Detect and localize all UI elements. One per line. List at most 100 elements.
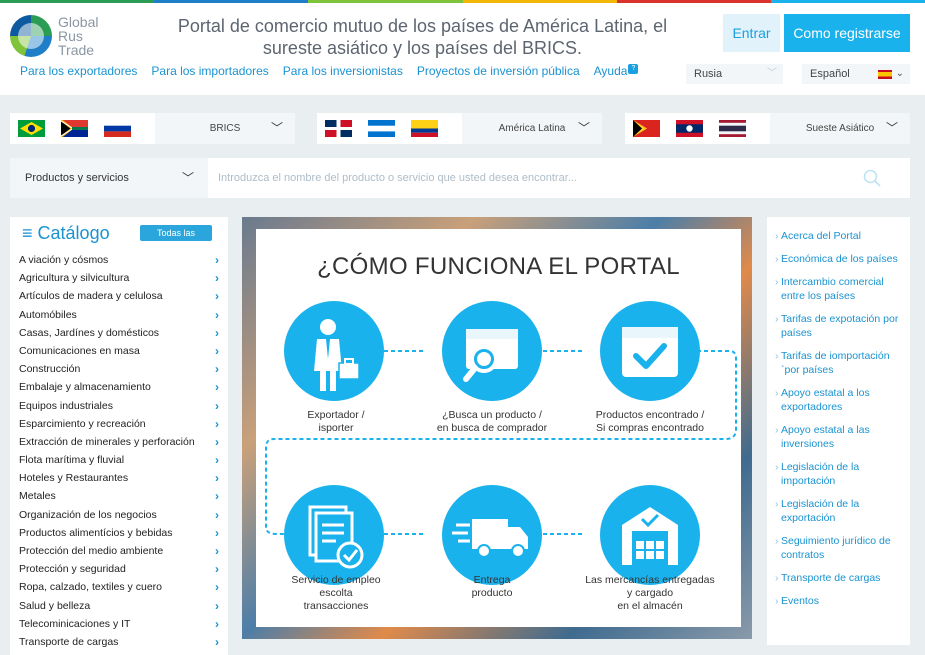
info-link[interactable]: Legislación de la exportación (775, 497, 905, 525)
info-link[interactable]: Tarifas de iomportación `por países (775, 349, 905, 377)
catalog-item[interactable]: Artículos de madera y celulosa › (19, 287, 219, 305)
how-it-works-banner[interactable]: ¿CÓMO FUNCIONA EL PORTAL Exportador / is… (242, 217, 752, 639)
site-header: Global Rus Trade Portal de comercio mutu… (0, 3, 925, 95)
info-link[interactable]: Legislación de la importación (775, 460, 905, 488)
step-label-found: Productos encontrado / Si compras encont… (595, 409, 705, 434)
language-select-value: Español (810, 68, 850, 80)
catalog-item[interactable]: Protección y seguridad › (19, 560, 219, 578)
brazil-flag[interactable] (18, 120, 45, 137)
catalog-item[interactable]: Esparcimiento y recreación › (19, 415, 219, 433)
catalog-list: A viación y cósmos › Agricultura y silvic… (19, 251, 219, 651)
catalog-item[interactable]: Comunicaciones en masa › (19, 342, 219, 360)
region-group-brics: BRICS ﹀ (10, 113, 295, 144)
step-delivery (442, 485, 542, 585)
nav-importers[interactable]: Para los importadores (151, 64, 268, 78)
catalog-item[interactable]: Flota marítima y fluvial › (19, 451, 219, 469)
east-timor-flag[interactable] (633, 120, 660, 137)
south-africa-flag[interactable] (61, 120, 88, 137)
chevron-right-icon: › (215, 598, 219, 613)
chevron-right-icon: › (215, 271, 219, 286)
catalog-item-label: Casas, Jardínes y domésticos (19, 326, 160, 339)
chevron-right-icon: › (215, 325, 219, 340)
catalog-item-label: Protección del medio ambiente (19, 545, 164, 557)
info-link[interactable]: Transporte de cargas (775, 571, 905, 585)
catalog-item[interactable]: Embalaje y almacenamiento › (19, 378, 219, 396)
catalog-item[interactable]: Equipos industriales › (19, 397, 219, 415)
step-exporter (284, 301, 384, 401)
catalog-item-label: A viación y cósmos (19, 254, 109, 266)
catalog-item[interactable]: Ropa, calzado, textiles y cuero › (19, 578, 219, 596)
step-label: Servicio de empleo escolta transacciones (256, 574, 416, 613)
catalog-item-label: Hoteles y Restaurantes (19, 472, 129, 485)
search-box-icon (463, 329, 518, 382)
info-link[interactable]: Apoyo estatal a los exportadores (775, 386, 905, 414)
logo[interactable]: Global Rus Trade (10, 15, 98, 57)
contract-document-icon (308, 505, 364, 569)
thailand-flag[interactable] (719, 120, 746, 137)
banner-card: ¿CÓMO FUNCIONA EL PORTAL Exportador / is… (256, 229, 741, 627)
catalog-item[interactable]: Construcción › (19, 360, 219, 378)
search-category-select[interactable]: Productos y servicios ﹀ (10, 158, 208, 198)
catalog-item[interactable]: Organización de los negocios › (19, 506, 219, 524)
logo-text-line1: Global (58, 14, 99, 30)
russia-flag[interactable] (104, 120, 131, 137)
info-link[interactable]: Económica de los países (775, 252, 905, 266)
region-select-brics[interactable]: BRICS ﹀ (155, 113, 295, 144)
region-select-latam[interactable]: América Latina ﹀ (462, 113, 602, 144)
country-select[interactable]: Rusia ﹀ (686, 64, 783, 84)
info-link[interactable]: Seguimiento jurídico de contratos (775, 534, 905, 562)
catalog-item[interactable]: Extracción de minerales y perforación › (19, 433, 219, 451)
region-select-seasia[interactable]: Sueste Asiático ﹀ (770, 113, 910, 144)
catalog-item[interactable]: Metales › (19, 487, 219, 505)
chevron-right-icon: › (215, 453, 219, 468)
chevron-right-icon: › (215, 253, 219, 267)
catalog-item-label: Productos alimentícios y bebidas (19, 526, 173, 539)
chevron-right-icon: › (215, 634, 219, 649)
info-link[interactable]: Intercambio comercial entre los países (775, 275, 905, 303)
catalog-item[interactable]: A viación y cósmos › (19, 251, 219, 269)
spain-flag-icon (878, 69, 892, 79)
info-links-panel: Acerca del Portal Económica de los paíse… (767, 217, 910, 645)
step-contract (284, 485, 384, 585)
catalog-title: ≡ Catálogo (22, 223, 110, 244)
catalog-item-label: Extracción de minerales y perforación (19, 435, 195, 448)
carousel-dot[interactable] (500, 609, 507, 616)
nav-help[interactable]: Ayuda? (594, 64, 639, 78)
catalog-item[interactable]: Productos alimentícios y bebidas › (19, 524, 219, 542)
nav-investors[interactable]: Para los inversionistas (283, 64, 403, 78)
catalog-item[interactable]: Automóbiles › (19, 306, 219, 324)
search-input[interactable] (218, 158, 858, 198)
register-button[interactable]: Como registrarse (784, 14, 910, 52)
nav-public-projects[interactable]: Proyectos de inversión pública (417, 64, 580, 78)
info-link[interactable]: Acerca del Portal (775, 229, 905, 243)
language-select[interactable]: Español ⌄ (802, 64, 910, 84)
step-warehouse (600, 485, 700, 585)
region-select-label: BRICS (209, 123, 241, 134)
colombia-flag[interactable] (411, 120, 438, 137)
dominican-republic-flag[interactable] (325, 120, 352, 137)
catalog-item[interactable]: Agricultura y silvicultura › (19, 269, 219, 287)
carousel-dot[interactable] (488, 609, 495, 616)
chevron-right-icon: › (215, 362, 219, 377)
catalog-item[interactable]: Protección del medio ambiente › (19, 542, 219, 560)
catalog-item[interactable]: Hoteles y Restaurantes › (19, 469, 219, 487)
catalog-item[interactable]: Telecominicaciones y IT › (19, 615, 219, 633)
nav-exporters[interactable]: Para los exportadores (20, 64, 137, 78)
login-button[interactable]: Entrar (723, 14, 780, 52)
info-link[interactable]: Eventos (775, 594, 905, 608)
nav-help-label: Ayuda (593, 64, 628, 78)
laos-flag[interactable] (676, 120, 703, 137)
chevron-down-icon: ⌄ (895, 68, 904, 79)
step-label-search: ¿Busca un producto / en busca de comprad… (436, 409, 548, 434)
honduras-flag[interactable] (368, 120, 395, 137)
info-link[interactable]: Apoyo estatal a las inversiones (775, 423, 905, 451)
checked-box-icon (622, 327, 678, 377)
search-icon[interactable] (863, 169, 881, 187)
chevron-right-icon: › (215, 580, 219, 595)
help-badge: ? (628, 64, 639, 74)
catalog-item[interactable]: Salud y belleza › (19, 597, 219, 615)
catalog-item[interactable]: Transporte de cargas › (19, 633, 219, 651)
catalog-item[interactable]: Casas, Jardínes y domésticos › (19, 324, 219, 342)
info-link[interactable]: Tarifas de expotación por países (775, 312, 905, 340)
catalog-all-button[interactable]: Todas las (140, 225, 212, 241)
